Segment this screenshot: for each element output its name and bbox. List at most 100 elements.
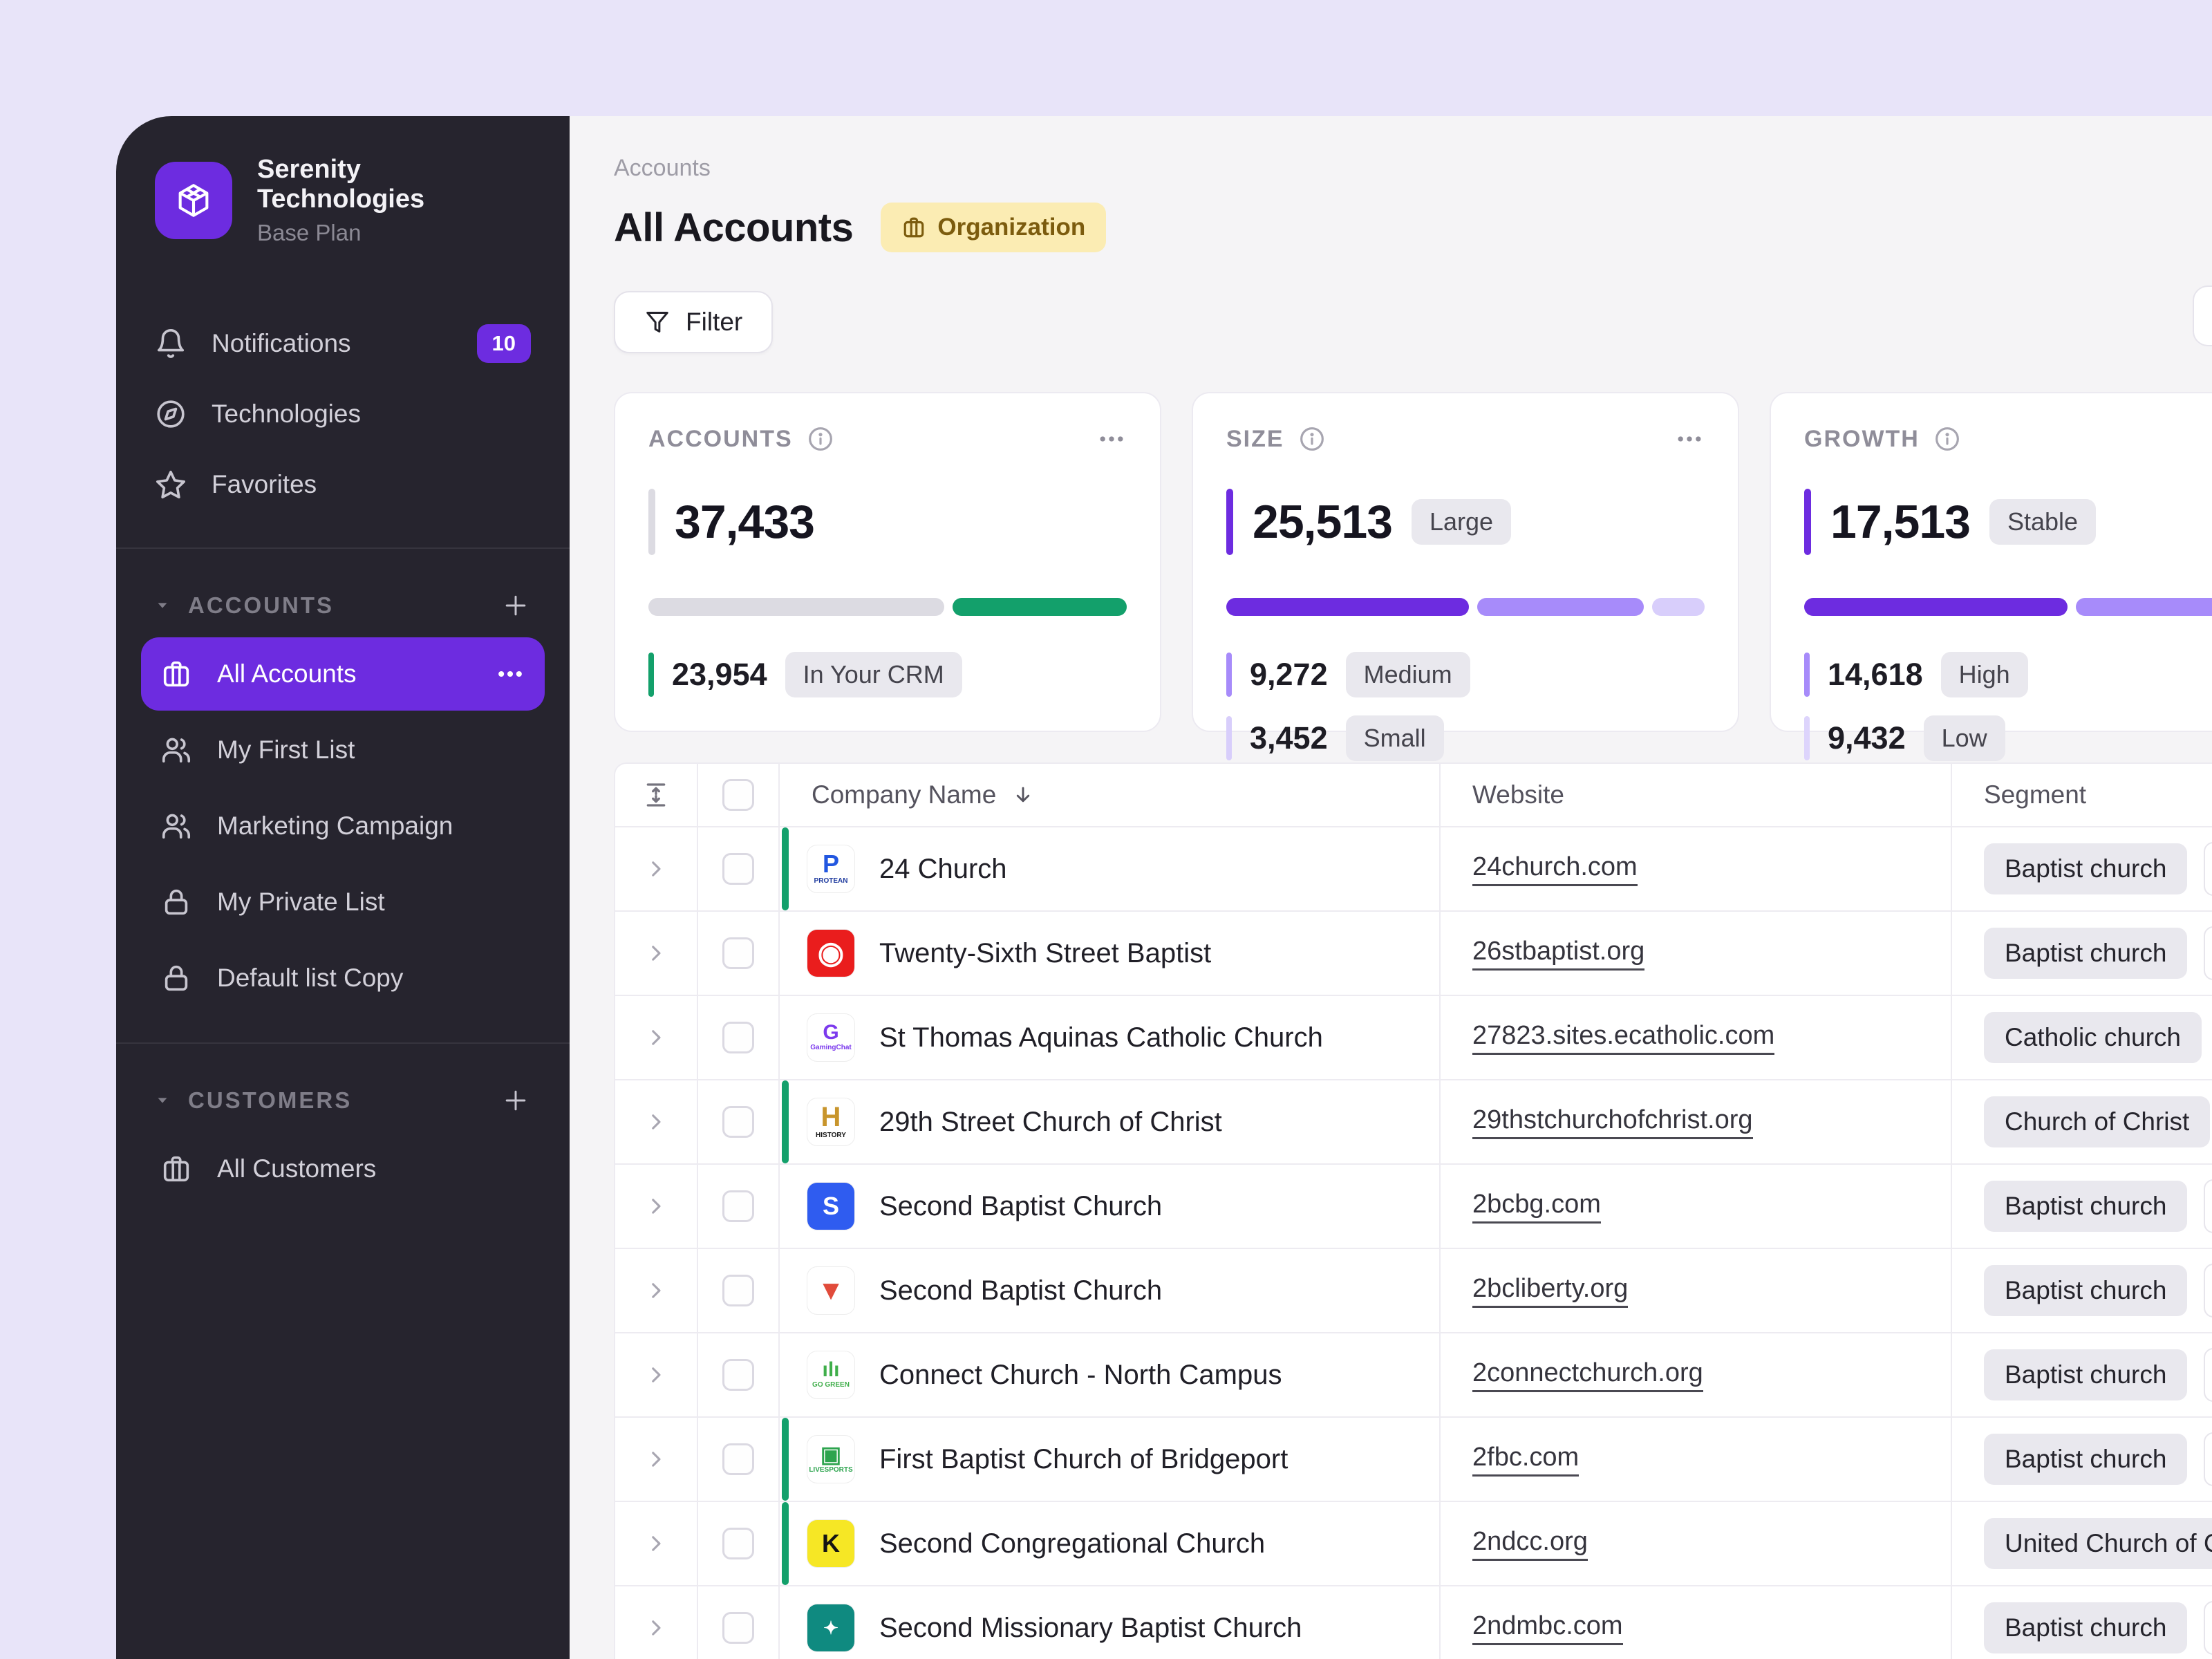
company-logo: H HISTORY	[807, 1098, 854, 1145]
sidebar-item-my-private-list[interactable]: My Private List	[141, 865, 545, 939]
filter-button[interactable]: Filter	[614, 291, 774, 353]
row-checkbox[interactable]	[722, 1443, 754, 1475]
crm-match-indicator	[782, 1418, 789, 1501]
sidebar-item-default-list-copy[interactable]: Default list Copy	[141, 941, 545, 1015]
website-link[interactable]: 29thstchurchofchrist.org	[1472, 1105, 1753, 1139]
company-logo: ▼	[807, 1267, 854, 1314]
website-link[interactable]: 2bcliberty.org	[1472, 1274, 1629, 1308]
select-all-checkbox[interactable]	[722, 779, 754, 811]
add-account-list-button[interactable]	[500, 590, 531, 621]
sidebar-item-technologies[interactable]: Technologies	[116, 379, 570, 449]
row-checkbox[interactable]	[722, 1359, 754, 1391]
briefcase-icon	[160, 658, 192, 690]
website-link[interactable]: 2bcbg.com	[1472, 1190, 1601, 1224]
sidebar-item-all-accounts[interactable]: All Accounts	[141, 637, 545, 711]
sidebar-item-all-customers[interactable]: All Customers	[141, 1132, 545, 1206]
table-row[interactable]: ◉ Twenty-Sixth Street Baptist 26stbaptis…	[615, 912, 2212, 996]
segment-badge-secondary: I	[2204, 842, 2212, 896]
row-checkbox[interactable]	[722, 1022, 754, 1053]
info-icon[interactable]	[1298, 425, 1326, 453]
sidebar-item-my-first-list[interactable]: My First List	[141, 713, 545, 787]
row-checkbox[interactable]	[722, 1106, 754, 1138]
sidebar-item-marketing-campaign[interactable]: Marketing Campaign	[141, 789, 545, 863]
website-link[interactable]: 2connectchurch.org	[1472, 1358, 1703, 1392]
expand-row-button[interactable]	[615, 912, 698, 995]
card-title: GROWTH	[1804, 425, 1920, 452]
table-row[interactable]: ılı GO GREEN Connect Church - North Camp…	[615, 1333, 2212, 1418]
table-row[interactable]: S Second Baptist Church 2bcbg.com Baptis…	[615, 1165, 2212, 1249]
company-logo: ▣ LIVESPORTS	[807, 1436, 854, 1483]
table-row[interactable]: ▼ Second Baptist Church 2bcliberty.org B…	[615, 1249, 2212, 1333]
expand-row-button[interactable]	[615, 1418, 698, 1501]
table-row[interactable]: ▣ LIVESPORTS First Baptist Church of Bri…	[615, 1418, 2212, 1502]
expand-row-button[interactable]	[615, 1080, 698, 1163]
card-title: SIZE	[1226, 425, 1284, 452]
info-icon[interactable]	[807, 425, 834, 453]
segment-badge-secondary: I	[2204, 1179, 2212, 1233]
bar-segment	[1652, 598, 1705, 616]
nav-label: Notifications	[212, 329, 351, 357]
company-logo: ✦	[807, 1604, 854, 1651]
customers-section-header[interactable]: CUSTOMERS	[116, 1071, 570, 1130]
table-row[interactable]: H HISTORY 29th Street Church of Christ 2…	[615, 1080, 2212, 1165]
website-header[interactable]: Website	[1441, 764, 1952, 826]
expand-row-button[interactable]	[615, 1586, 698, 1659]
size-chip: Large	[1411, 499, 1512, 545]
sidebar-item-notifications[interactable]: Notifications 10	[116, 308, 570, 379]
info-icon[interactable]	[1933, 425, 1961, 453]
website-link[interactable]: 26stbaptist.org	[1472, 937, 1645, 971]
row-checkbox[interactable]	[722, 1190, 754, 1222]
table-row[interactable]: P PROTEAN 24 Church 24church.com Baptist…	[615, 827, 2212, 912]
website-link[interactable]: 2fbc.com	[1472, 1443, 1580, 1477]
list-menu-button[interactable]	[495, 659, 525, 689]
table-row[interactable]: K Second Congregational Church 2ndcc.org…	[615, 1502, 2212, 1586]
expand-row-button[interactable]	[615, 827, 698, 910]
expand-row-button[interactable]	[615, 1502, 698, 1585]
website-link[interactable]: 24church.com	[1472, 852, 1638, 886]
segment-header[interactable]: Segment	[1952, 764, 2212, 826]
sort-desc-icon	[1011, 783, 1035, 807]
company-name-header[interactable]: Company Name	[780, 764, 1441, 826]
row-checkbox[interactable]	[722, 1528, 754, 1559]
card-menu-button[interactable]	[1674, 424, 1705, 454]
expand-row-button[interactable]	[615, 1333, 698, 1416]
value-accent-bar	[648, 489, 655, 555]
table-row[interactable]: G GamingChat St Thomas Aquinas Catholic …	[615, 996, 2212, 1080]
segment-badge-secondary: I	[2204, 1432, 2212, 1486]
list-label: All Accounts	[217, 659, 357, 688]
segment-badge: Baptist church	[1984, 1602, 2188, 1653]
website-link[interactable]: 2ndcc.org	[1472, 1527, 1588, 1561]
sidebar-item-favorites[interactable]: Favorites	[116, 449, 570, 520]
expand-row-button[interactable]	[615, 1165, 698, 1248]
website-link[interactable]: 27823.sites.ecatholic.com	[1472, 1021, 1775, 1055]
row-checkbox[interactable]	[722, 1275, 754, 1306]
add-customer-list-button[interactable]	[500, 1085, 531, 1116]
expand-row-button[interactable]	[615, 996, 698, 1079]
expand-all-header-cell[interactable]	[615, 764, 698, 826]
org-switcher[interactable]: Serenity Technologies Base Plan	[116, 155, 570, 246]
bell-icon	[155, 328, 187, 359]
org-name: Serenity Technologies	[257, 155, 425, 214]
company-name: 24 Church	[879, 853, 1007, 884]
sidebar-divider	[116, 547, 570, 549]
card-menu-button[interactable]	[1096, 424, 1127, 454]
company-logo: G GamingChat	[807, 1014, 854, 1061]
cube-icon	[174, 180, 214, 221]
company-logo: S	[807, 1183, 854, 1230]
row-checkbox[interactable]	[722, 937, 754, 969]
growth-stat-card: GROWTH 17,513 Stable 14,618 High 9,432 L…	[1770, 392, 2212, 761]
notifications-count-badge: 10	[476, 324, 531, 363]
table-row[interactable]: ✦ Second Missionary Baptist Church 2ndmb…	[615, 1586, 2212, 1659]
company-logo: ◉	[807, 930, 854, 977]
growth-chip: Stable	[1989, 499, 2097, 545]
edge-cutoff-button[interactable]	[2193, 285, 2212, 346]
expand-row-button[interactable]	[615, 1249, 698, 1332]
row-checkbox[interactable]	[722, 1612, 754, 1644]
stable-growth-value: 17,513	[1830, 496, 1971, 548]
company-name: First Baptist Church of Bridgeport	[879, 1443, 1288, 1474]
accounts-section-header[interactable]: ACCOUNTS	[116, 577, 570, 635]
row-checkbox[interactable]	[722, 853, 754, 885]
unfold-rows-icon	[642, 781, 670, 809]
website-link[interactable]: 2ndmbc.com	[1472, 1611, 1623, 1645]
stat-chip: High	[1940, 652, 2028, 697]
